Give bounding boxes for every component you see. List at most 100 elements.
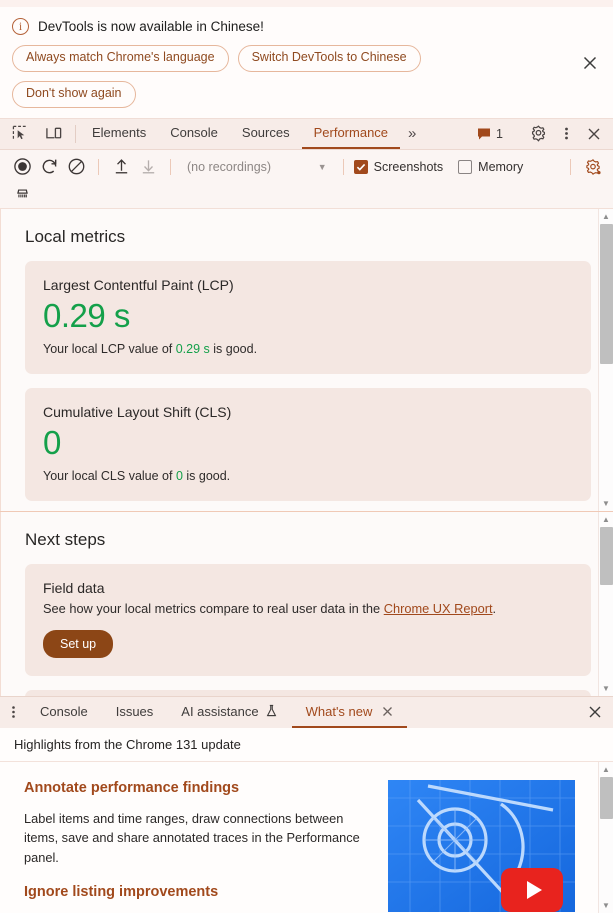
whats-new-item-title-1[interactable]: Annotate performance findings bbox=[24, 780, 374, 796]
set-up-button[interactable]: Set up bbox=[43, 629, 114, 658]
banner-actions: Always match Chrome's language Switch De… bbox=[12, 45, 552, 108]
main-menu-kebab-icon[interactable] bbox=[554, 122, 578, 146]
scrollbar-track[interactable] bbox=[599, 223, 613, 496]
field-desc-suffix: . bbox=[492, 600, 497, 616]
issue-count: 1 bbox=[496, 126, 503, 141]
dont-show-again-button[interactable]: Don't show again bbox=[12, 80, 136, 108]
clear-recording-icon[interactable] bbox=[64, 155, 88, 179]
whats-new-content: Annotate performance findings Label item… bbox=[0, 762, 613, 913]
lcp-desc-suffix: is good. bbox=[209, 341, 258, 356]
drawer-tab-console[interactable]: Console bbox=[26, 697, 102, 728]
record-icon[interactable] bbox=[10, 155, 34, 179]
scrollbar-track-3[interactable] bbox=[599, 776, 613, 898]
load-profile-upload-icon[interactable] bbox=[109, 155, 133, 179]
screenshots-checkbox[interactable]: Screenshots bbox=[353, 159, 444, 174]
scrollbar-thumb-3[interactable] bbox=[599, 776, 613, 819]
scroll-up-arrow-icon-3[interactable]: ▲ bbox=[599, 762, 613, 777]
cls-value: 0 bbox=[43, 423, 61, 461]
drawer-tab-console-label: Console bbox=[40, 703, 88, 719]
window-top-strip bbox=[0, 0, 613, 7]
devtools-tab-bar: Elements Console Sources Performance » 1 bbox=[0, 118, 613, 150]
banner-close-icon[interactable] bbox=[580, 53, 600, 73]
lcp-description: Your local LCP value of 0.29 s is good. bbox=[43, 342, 573, 356]
scroll-up-arrow-icon-2[interactable]: ▲ bbox=[599, 512, 613, 527]
drawer-close-icon[interactable] bbox=[577, 697, 613, 728]
banner-message-row: i DevTools is now available in Chinese! bbox=[12, 15, 601, 37]
tab-bar-left-icons bbox=[0, 119, 71, 149]
devtools-drawer: Console Issues AI assistance What's new … bbox=[0, 695, 613, 913]
next-steps-content: Next steps Field data See how your local… bbox=[1, 512, 613, 696]
issues-badge[interactable]: 1 bbox=[471, 127, 509, 141]
local-metrics-scrollbar[interactable]: ▲ ▼ bbox=[598, 208, 613, 511]
cls-desc-value: 0 bbox=[175, 469, 183, 483]
performance-toolbar-row-2 bbox=[0, 182, 613, 208]
recordings-chevron-down-icon[interactable]: ▼ bbox=[318, 162, 333, 172]
performance-toolbar: (no recordings) ▼ Screenshots Memory bbox=[0, 149, 613, 209]
cls-desc-prefix: Your local CLS value of bbox=[43, 469, 176, 483]
memory-checkbox-box bbox=[458, 159, 473, 174]
whats-new-item-body-1: Label items and time ranges, draw connec… bbox=[24, 810, 360, 866]
tab-elements[interactable]: Elements bbox=[80, 119, 158, 149]
recordings-selector[interactable]: (no recordings) bbox=[187, 160, 271, 174]
inspect-element-icon[interactable] bbox=[8, 122, 32, 146]
tab-bar-right-controls: 1 bbox=[471, 119, 613, 149]
switch-to-chinese-button[interactable]: Switch DevTools to Chinese bbox=[237, 45, 421, 72]
cls-metric-card: Cumulative Layout Shift (CLS) 0 Your loc… bbox=[25, 387, 591, 501]
next-steps-secondary-card bbox=[25, 689, 591, 696]
cls-desc-suffix: is good. bbox=[182, 469, 231, 483]
banner-message: DevTools is now available in Chinese! bbox=[38, 18, 264, 34]
scroll-down-arrow-icon[interactable]: ▼ bbox=[599, 496, 613, 511]
scroll-down-arrow-icon-3[interactable]: ▼ bbox=[599, 898, 613, 913]
youtube-play-button-icon[interactable] bbox=[501, 867, 563, 912]
drawer-tab-ai-assistance[interactable]: AI assistance bbox=[167, 697, 291, 728]
whats-new-item-title-2[interactable]: Ignore listing improvements bbox=[24, 884, 374, 900]
scrollbar-thumb[interactable] bbox=[599, 223, 613, 364]
reload-and-record-icon[interactable] bbox=[37, 155, 61, 179]
next-steps-title: Next steps bbox=[25, 529, 106, 549]
more-tabs-chevron-icon[interactable]: » bbox=[400, 119, 424, 149]
screenshots-checkbox-box bbox=[353, 159, 368, 174]
scroll-down-arrow-icon-2[interactable]: ▼ bbox=[599, 681, 613, 696]
drawer-menu-kebab-icon[interactable] bbox=[0, 697, 26, 728]
local-metrics-content: Local metrics Largest Contentful Paint (… bbox=[1, 209, 613, 501]
whats-new-video-thumbnail[interactable] bbox=[388, 779, 575, 912]
next-steps-scrollbar[interactable]: ▲ ▼ bbox=[598, 511, 613, 696]
whats-new-text-column: Annotate performance findings Label item… bbox=[24, 780, 374, 913]
tab-sources[interactable]: Sources bbox=[230, 119, 302, 149]
settings-gear-icon[interactable] bbox=[526, 122, 550, 146]
device-toolbar-icon[interactable] bbox=[42, 122, 66, 146]
toolbar-separator-3 bbox=[342, 158, 344, 175]
tab-performance[interactable]: Performance bbox=[301, 119, 401, 149]
drawer-tab-whats-new[interactable]: What's new bbox=[291, 697, 408, 728]
capture-settings-gear-icon[interactable] bbox=[581, 155, 605, 179]
whats-new-heading: Highlights from the Chrome 131 update bbox=[0, 727, 613, 762]
scrollbar-thumb-2[interactable] bbox=[599, 526, 613, 585]
field-desc-prefix: See how your local metrics compare to re… bbox=[43, 600, 384, 616]
whats-new-body: Annotate performance findings Label item… bbox=[0, 761, 613, 913]
save-profile-download-icon bbox=[136, 155, 160, 179]
lcp-card-title: Largest Contentful Paint (LCP) bbox=[43, 276, 234, 293]
memory-label: Memory bbox=[478, 159, 524, 174]
tab-console[interactable]: Console bbox=[158, 119, 230, 149]
field-data-description: See how your local metrics compare to re… bbox=[43, 601, 573, 616]
scrollbar-track-2[interactable] bbox=[599, 526, 613, 681]
lcp-desc-prefix: Your local LCP value of bbox=[43, 341, 176, 356]
scroll-up-arrow-icon[interactable]: ▲ bbox=[599, 209, 613, 224]
field-data-card: Field data See how your local metrics co… bbox=[25, 563, 591, 676]
toolbar-separator-2 bbox=[170, 158, 171, 175]
memory-checkbox[interactable]: Memory bbox=[458, 159, 524, 174]
close-devtools-icon[interactable] bbox=[582, 122, 606, 146]
toolbar-separator-4 bbox=[569, 158, 571, 175]
drawer-tab-close-icon[interactable] bbox=[382, 706, 393, 717]
experiment-flask-icon bbox=[265, 704, 278, 718]
clear-brush-icon[interactable] bbox=[10, 183, 34, 207]
cls-card-title: Cumulative Layout Shift (CLS) bbox=[43, 403, 232, 420]
local-metrics-pane: Local metrics Largest Contentful Paint (… bbox=[0, 208, 613, 511]
screenshots-label: Screenshots bbox=[373, 159, 444, 174]
always-match-language-button[interactable]: Always match Chrome's language bbox=[12, 45, 229, 72]
tab-bar-separator bbox=[75, 124, 76, 143]
chrome-ux-report-link[interactable]: Chrome UX Report bbox=[384, 601, 493, 616]
whats-new-scrollbar[interactable]: ▲ ▼ bbox=[598, 761, 613, 913]
drawer-tab-issues[interactable]: Issues bbox=[102, 697, 168, 728]
toolbar-separator-1 bbox=[98, 158, 99, 175]
